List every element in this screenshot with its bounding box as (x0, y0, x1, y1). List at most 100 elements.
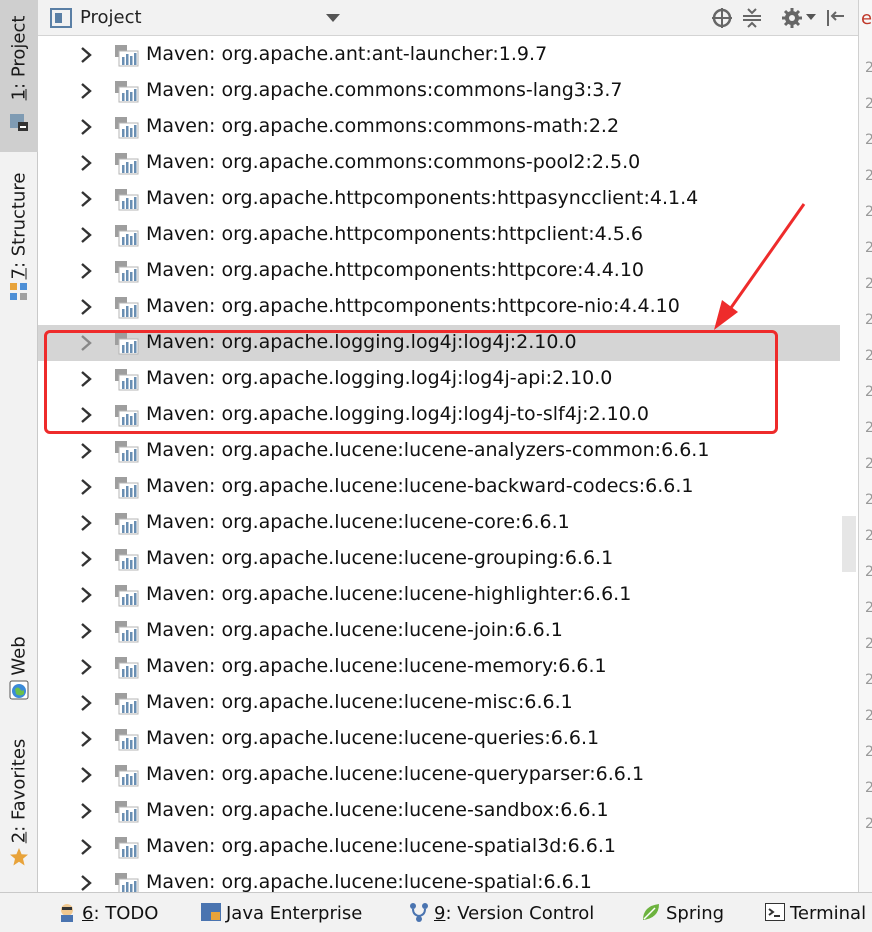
annotation-arrow-icon (714, 203, 806, 330)
tree-item-label: Maven: org.apache.lucene:lucene-memory:6… (146, 655, 607, 677)
tree-row[interactable]: Maven: org.apache.lucene:lucene-analyzer… (38, 433, 840, 469)
version-control-icon (410, 903, 428, 922)
line-number-fragment: 2 (865, 744, 872, 760)
java-enterprise-button[interactable]: Java Enterprise (200, 901, 362, 925)
library-icon (115, 765, 139, 787)
tree-row[interactable]: Maven: org.apache.lucene:lucene-spatial3… (38, 829, 840, 865)
tree-row[interactable]: Maven: org.apache.lucene:lucene-misc:6.6… (38, 685, 840, 721)
chevron-right-icon[interactable] (76, 45, 96, 65)
chevron-right-icon[interactable] (76, 549, 96, 569)
chevron-right-icon[interactable] (76, 117, 96, 137)
tool-tab-structure-label: 7: Structure (8, 172, 30, 280)
library-icon (115, 81, 139, 103)
hide-icon[interactable] (824, 6, 848, 30)
panel-title: Project (80, 7, 142, 28)
tree-row[interactable]: Maven: org.apache.commons:commons-lang3:… (38, 73, 840, 109)
tree-item-label: Maven: org.apache.lucene:lucene-misc:6.6… (146, 691, 573, 713)
tree-row[interactable]: Maven: org.apache.commons:commons-math:2… (38, 109, 840, 145)
chevron-right-icon[interactable] (76, 297, 96, 317)
tree-row[interactable]: Maven: org.apache.lucene:lucene-spatial:… (38, 865, 840, 892)
chevron-right-icon[interactable] (76, 441, 96, 461)
line-number-fragment: 2 (865, 204, 872, 220)
library-icon (115, 225, 139, 247)
line-number-fragment: 2 (865, 636, 872, 652)
chevron-right-icon[interactable] (76, 153, 96, 173)
chevron-right-icon[interactable] (76, 801, 96, 821)
chevron-right-icon[interactable] (76, 261, 96, 281)
tree-item-label: Maven: org.apache.commons:commons-math:2… (146, 115, 620, 137)
tree-row[interactable]: Maven: org.apache.lucene:lucene-join:6.6… (38, 613, 840, 649)
line-number-fragment: 2 (865, 96, 872, 112)
project-tree: Maven: org.apache.ant:ant-launcher:1.9.7… (38, 36, 840, 892)
project-folder-icon (10, 114, 28, 131)
tree-item-label: Maven: org.apache.lucene:lucene-spatial3… (146, 835, 616, 857)
tree-row[interactable]: Maven: org.apache.lucene:lucene-queries:… (38, 721, 840, 757)
globe-icon (9, 680, 29, 700)
tree-row[interactable]: Maven: org.apache.ant:ant-launcher:1.9.7 (38, 37, 840, 73)
chevron-right-icon[interactable] (76, 693, 96, 713)
chevron-right-icon[interactable] (76, 513, 96, 533)
java-enterprise-icon (201, 903, 221, 921)
library-icon (115, 441, 139, 463)
structure-icon (10, 283, 27, 300)
library-icon (115, 477, 139, 499)
line-number-fragment: 2 (865, 420, 872, 436)
spring-button[interactable]: Spring (640, 901, 724, 925)
chevron-right-icon[interactable] (76, 765, 96, 785)
tool-tab-web[interactable]: Web (0, 628, 38, 708)
chevron-right-icon[interactable] (76, 189, 96, 209)
tree-row[interactable]: Maven: org.apache.lucene:lucene-highligh… (38, 577, 840, 613)
tree-scrollbar[interactable] (840, 36, 858, 892)
tree-row[interactable]: Maven: org.apache.lucene:lucene-sandbox:… (38, 793, 840, 829)
library-icon (115, 297, 139, 319)
tool-tab-favorites[interactable]: 2: Favorites (0, 735, 38, 875)
chevron-right-icon[interactable] (76, 585, 96, 605)
tree-item-label: Maven: org.apache.lucene:lucene-queries:… (146, 727, 600, 749)
tree-row[interactable]: Maven: org.apache.lucene:lucene-querypar… (38, 757, 840, 793)
line-number-fragment: 2 (865, 672, 872, 688)
chevron-right-icon[interactable] (76, 837, 96, 857)
tree-item-label: Maven: org.apache.lucene:lucene-join:6.6… (146, 619, 563, 641)
collapse-icon[interactable] (740, 6, 764, 30)
chevron-right-icon[interactable] (76, 873, 96, 892)
library-icon (115, 657, 139, 679)
locate-icon[interactable] (710, 6, 734, 30)
tool-tab-project[interactable]: 1: Project (0, 0, 38, 152)
line-number-fragment: 2 (865, 276, 872, 292)
tree-row[interactable]: Maven: org.apache.commons:commons-pool2:… (38, 145, 840, 181)
terminal-button[interactable]: Terminal (764, 901, 866, 925)
tree-row[interactable]: Maven: org.apache.lucene:lucene-grouping… (38, 541, 840, 577)
tree-item-label: Maven: org.apache.lucene:lucene-analyzer… (146, 439, 710, 461)
chevron-right-icon[interactable] (76, 621, 96, 641)
editor-tab-fragment[interactable]: e (861, 8, 872, 29)
tree-row[interactable]: Maven: org.apache.lucene:lucene-core:6.6… (38, 505, 840, 541)
tool-tab-structure[interactable]: 7: Structure (0, 170, 38, 310)
chevron-right-icon[interactable] (76, 477, 96, 497)
chevron-right-icon[interactable] (76, 81, 96, 101)
line-number-fragment: 2 (865, 708, 872, 724)
tree-item-label: Maven: org.apache.httpcomponents:httpcli… (146, 223, 643, 245)
scrollbar-thumb[interactable] (842, 516, 856, 572)
version-control-button[interactable]: 9: Version Control (408, 901, 594, 925)
library-icon (115, 801, 139, 823)
library-icon (115, 693, 139, 715)
library-icon (115, 585, 139, 607)
chevron-right-icon[interactable] (76, 225, 96, 245)
line-number-fragment: 2 (865, 600, 872, 616)
line-number-fragment: 2 (865, 564, 872, 580)
line-number-fragment: 2 (865, 384, 872, 400)
gear-icon[interactable] (780, 6, 804, 30)
tree-item-label: Maven: org.apache.commons:commons-lang3:… (146, 79, 623, 101)
tree-row[interactable]: Maven: org.apache.lucene:lucene-backward… (38, 469, 840, 505)
chevron-right-icon[interactable] (76, 729, 96, 749)
tree-row[interactable]: Maven: org.apache.lucene:lucene-memory:6… (38, 649, 840, 685)
gear-dropdown-icon[interactable] (806, 14, 816, 20)
library-icon (115, 117, 139, 139)
line-number-fragment: 2 (865, 312, 872, 328)
todo-button[interactable]: 6: TODO (56, 901, 158, 925)
terminal-icon (765, 903, 785, 921)
chevron-right-icon[interactable] (76, 657, 96, 677)
line-number-fragment: 2 (865, 132, 872, 148)
line-number-fragment: 2 (865, 528, 872, 544)
view-dropdown-icon[interactable] (326, 14, 340, 22)
